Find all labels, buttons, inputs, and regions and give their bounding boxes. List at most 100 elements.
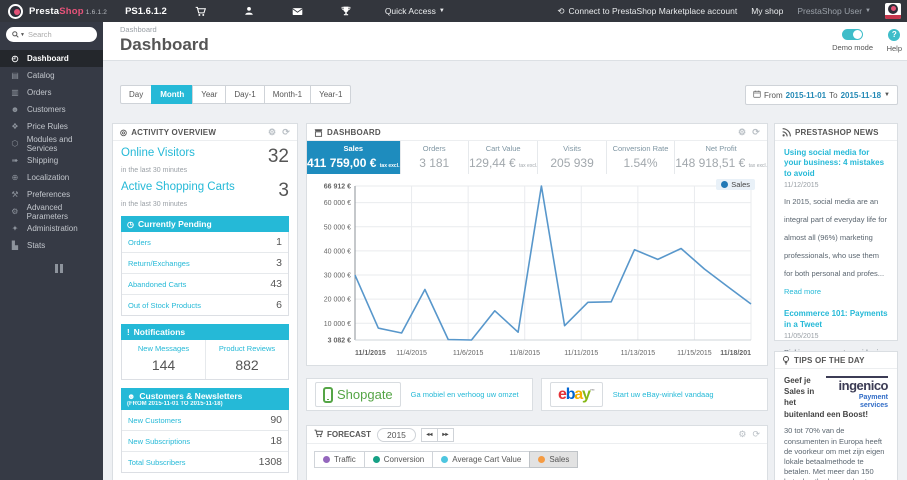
toggle-traffic[interactable]: Traffic bbox=[314, 451, 365, 468]
range-month-1-button[interactable]: Month-1 bbox=[263, 85, 312, 104]
active-carts-link[interactable]: Active Shopping Carts bbox=[121, 181, 235, 193]
svg-text:3 082 €: 3 082 € bbox=[328, 338, 351, 345]
my-shop-link[interactable]: My shop bbox=[751, 6, 783, 16]
average-cart-value-dot-icon bbox=[441, 456, 449, 463]
kpi-orders[interactable]: Orders 3 181 bbox=[401, 141, 469, 174]
panel-settings-icon[interactable]: ⚙ bbox=[268, 127, 276, 138]
news-item-title-link[interactable]: Using social media for your business: 4 … bbox=[784, 148, 888, 179]
range-month-button[interactable]: Month bbox=[151, 85, 194, 104]
range-day-button[interactable]: Day bbox=[120, 85, 153, 104]
svg-text:11/1/2015: 11/1/2015 bbox=[355, 350, 386, 357]
forecast-year[interactable]: 2015 bbox=[377, 427, 416, 442]
activity-panel-title: ACTIVITY OVERVIEW bbox=[131, 127, 217, 137]
sales-line-chart: 11/1/2015 11/4/2015 11/6/2015 11/8/2015 11/1… bbox=[324, 184, 752, 357]
kpi-conversion-rate[interactable]: Conversion Rate 1.54% bbox=[607, 141, 676, 174]
panel-refresh-icon[interactable]: ⟳ bbox=[282, 127, 290, 138]
sidebar-collapse-button[interactable] bbox=[55, 264, 103, 273]
sidebar-search[interactable]: ▼ bbox=[6, 27, 97, 42]
toggle-average-cart-value[interactable]: Average Cart Value bbox=[432, 451, 531, 468]
range-day-1-button[interactable]: Day-1 bbox=[225, 85, 265, 104]
out-of-stock-link[interactable]: Out of Stock Products bbox=[128, 301, 201, 310]
abandoned-carts-row: Abandoned Carts 43 bbox=[122, 274, 288, 295]
sidebar-item-preferences[interactable]: ⚒ Preferences bbox=[0, 186, 103, 203]
trophy-icon[interactable] bbox=[341, 6, 351, 16]
news-item-date: 11/05/2015 bbox=[784, 332, 819, 340]
page-header: Dashboard Dashboard Demo mode ? Help bbox=[103, 22, 907, 61]
sidebar-item-orders[interactable]: ▥ Orders bbox=[0, 84, 103, 101]
kpi-sales[interactable]: Sales 411 759,00 € tax excl. bbox=[307, 141, 401, 174]
kpi-net-profit[interactable]: Net Profit 148 918,51 € tax excl. bbox=[675, 141, 767, 174]
total-subscribers-link[interactable]: Total Subscribers bbox=[128, 458, 186, 467]
product-reviews-link[interactable]: Product Reviews bbox=[205, 340, 288, 353]
marketplace-link[interactable]: ⟲ Connect to PrestaShop Marketplace accou… bbox=[557, 6, 737, 17]
range-year-button[interactable]: Year bbox=[192, 85, 227, 104]
new-subscriptions-link[interactable]: New Subscriptions bbox=[128, 437, 190, 446]
breadcrumb: Dashboard bbox=[120, 25, 157, 34]
help-control[interactable]: ? Help bbox=[887, 29, 902, 53]
search-input[interactable] bbox=[27, 30, 80, 39]
forecast-next-button[interactable]: ▸▸ bbox=[436, 427, 454, 442]
panel-settings-icon[interactable]: ⚙ bbox=[738, 127, 746, 138]
range-year-1-button[interactable]: Year-1 bbox=[310, 85, 352, 104]
svg-text:30 000 €: 30 000 € bbox=[324, 273, 351, 280]
new-messages-link[interactable]: New Messages bbox=[122, 340, 205, 353]
sidebar-item-customers[interactable]: ☻ Customers bbox=[0, 101, 103, 118]
kpi-visits[interactable]: Visits 205 939 bbox=[538, 141, 607, 174]
demo-mode-toggle[interactable] bbox=[842, 29, 864, 40]
kpi-row: Sales 411 759,00 € tax excl. Orders 3 181 … bbox=[307, 141, 767, 174]
sidebar-item-dashboard[interactable]: ◴ Dashboard bbox=[0, 50, 103, 67]
currently-pending-header: ◷ Currently Pending bbox=[121, 216, 289, 232]
page-title: Dashboard bbox=[120, 35, 209, 54]
online-visitors-caption: in the last 30 minutes bbox=[121, 167, 188, 174]
cart-icon[interactable] bbox=[195, 6, 206, 17]
customer-icon[interactable] bbox=[244, 6, 254, 16]
new-messages-value: 144 bbox=[151, 357, 176, 373]
news-item-title-link[interactable]: Ecommerce 101: Payments in a Tweet bbox=[784, 309, 888, 330]
help-icon[interactable]: ? bbox=[888, 29, 901, 41]
returns-link[interactable]: Return/Exchanges bbox=[128, 259, 190, 268]
toggle-conversion[interactable]: Conversion bbox=[363, 451, 434, 468]
sidebar-item-modules[interactable]: ⬡ Modules and Services bbox=[0, 135, 103, 153]
svg-text:10 000 €: 10 000 € bbox=[324, 321, 351, 328]
new-subscriptions-row: New Subscriptions 18 bbox=[122, 431, 288, 452]
date-picker-button[interactable]: From 2015-11-01 To 2015-11-18 ▼ bbox=[744, 85, 898, 105]
shopgate-banner[interactable]: Shopgate Ga mobiel en verhoog uw omzet bbox=[306, 378, 533, 411]
panel-settings-icon[interactable]: ⚙ bbox=[738, 429, 746, 440]
chart-legend[interactable]: Sales bbox=[716, 179, 755, 190]
ebay-link[interactable]: Start uw eBay-winkel vandaag bbox=[613, 390, 714, 399]
notifications-header: ! Notifications bbox=[121, 324, 289, 340]
advanced-parameters-icon: ⚙ bbox=[11, 207, 19, 216]
user-menu[interactable]: PrestaShop User ▼ bbox=[797, 6, 871, 16]
svg-text:11/18/201: 11/18/201 bbox=[720, 350, 751, 357]
date-range-buttons: Day Month Year Day-1 Month-1 Year-1 bbox=[120, 85, 352, 104]
toggle-sales[interactable]: Sales bbox=[529, 451, 579, 468]
forecast-prev-button[interactable]: ◂◂ bbox=[420, 427, 438, 442]
quick-access-menu[interactable]: Quick Access ▼ bbox=[385, 6, 445, 16]
new-customers-link[interactable]: New Customers bbox=[128, 416, 181, 425]
online-visitors-link[interactable]: Online Visitors bbox=[121, 147, 195, 159]
sidebar-item-price-rules[interactable]: ❖ Price Rules bbox=[0, 118, 103, 135]
prestashop-logo[interactable] bbox=[8, 3, 23, 19]
panel-refresh-icon[interactable]: ⟳ bbox=[752, 429, 760, 440]
abandoned-carts-link[interactable]: Abandoned Carts bbox=[128, 280, 186, 289]
read-more-link[interactable]: Read more bbox=[784, 287, 821, 296]
kpi-cart-value[interactable]: Cart Value 129,44 € tax excl. bbox=[469, 141, 539, 174]
tips-of-the-day-panel: TIPS OF THE DAY ingenico Payment services… bbox=[774, 351, 898, 480]
sidebar-item-localization[interactable]: ⊕ Localization bbox=[0, 169, 103, 186]
sidebar-item-administration[interactable]: ✦ Administration bbox=[0, 220, 103, 237]
shop-name-link[interactable]: PS1.6.1.2 bbox=[125, 6, 167, 17]
prestashop-news-panel: PRESTASHOP NEWS Using social media for y… bbox=[774, 123, 898, 469]
shopgate-link[interactable]: Ga mobiel en verhoog uw omzet bbox=[411, 390, 519, 399]
sidebar-item-advanced-parameters[interactable]: ⚙ Advanced Parameters bbox=[0, 203, 103, 221]
panel-refresh-icon[interactable]: ⟳ bbox=[752, 127, 760, 138]
lightbulb-icon bbox=[782, 355, 790, 365]
administration-icon: ✦ bbox=[11, 224, 19, 233]
sidebar-item-shipping[interactable]: ➠ Shipping bbox=[0, 152, 103, 169]
sidebar-item-stats[interactable]: ▙ Stats bbox=[0, 237, 103, 254]
ebay-banner[interactable]: ebay™ Start uw eBay-winkel vandaag bbox=[541, 378, 768, 411]
user-avatar[interactable] bbox=[885, 3, 901, 19]
sidebar-item-catalog[interactable]: ▤ Catalog bbox=[0, 67, 103, 84]
forecast-panel-title: FORECAST bbox=[327, 430, 371, 439]
mail-icon[interactable] bbox=[292, 7, 303, 16]
pending-orders-link[interactable]: Orders bbox=[128, 238, 151, 247]
